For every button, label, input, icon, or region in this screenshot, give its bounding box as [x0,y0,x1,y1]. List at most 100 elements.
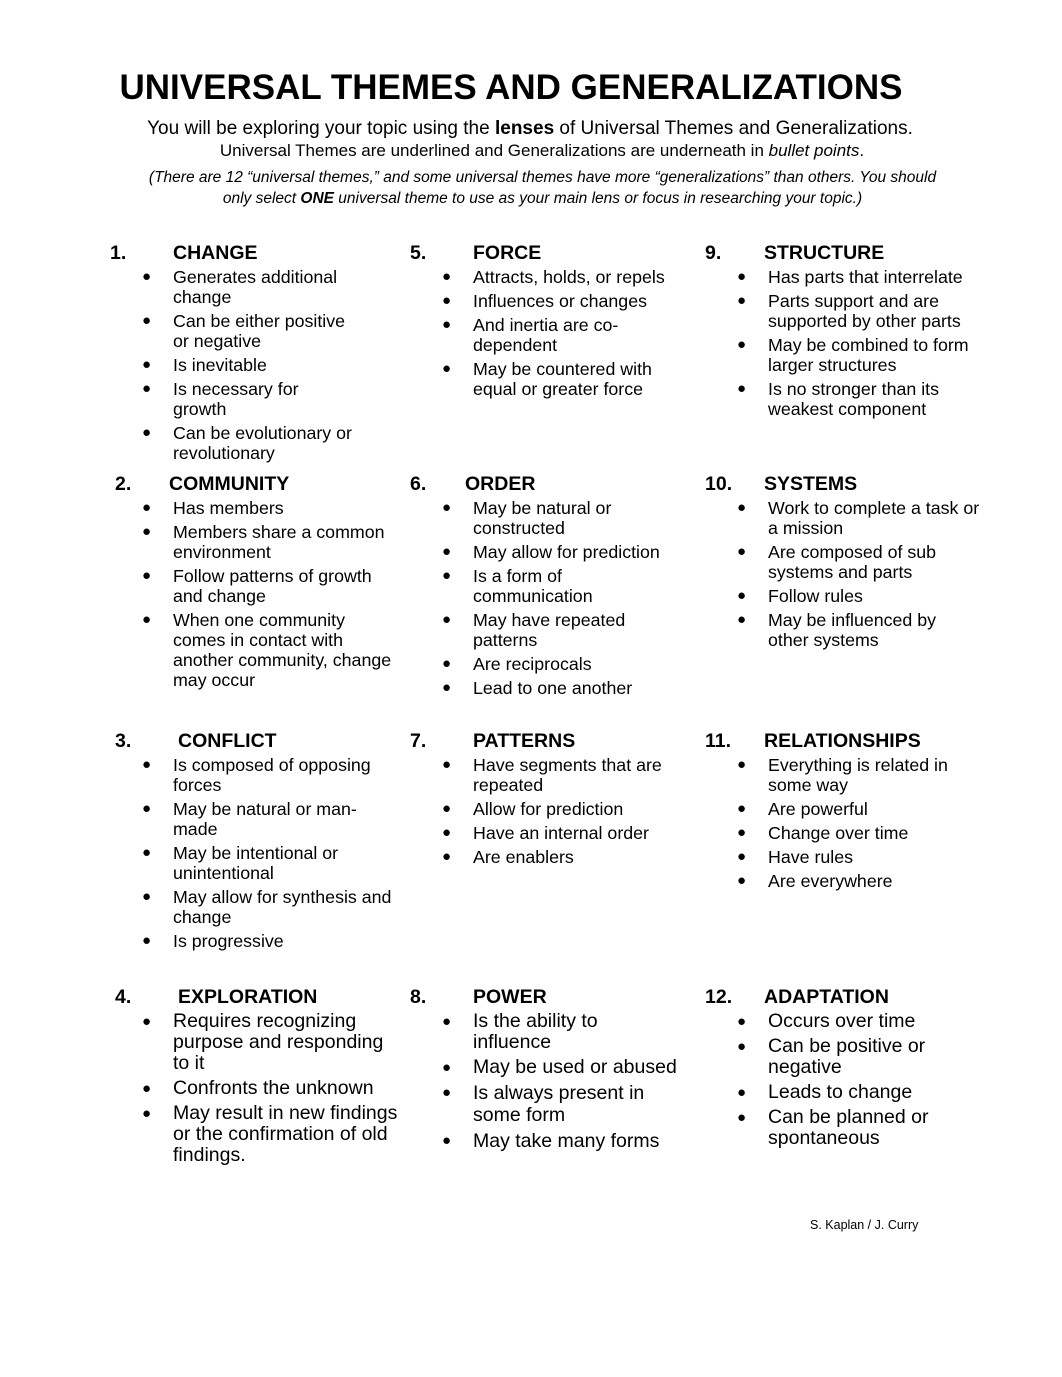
theme-name: COMMUNITY [169,473,290,495]
generalization-text: Is progressive [173,931,284,951]
generalization-item: ● Is a form of communication [410,566,685,606]
bullet-icon: ● [142,800,152,817]
theme-name: STRUCTURE [764,242,885,264]
generalization-text: May allow for prediction [473,542,660,562]
bullet-icon: ● [737,1013,747,1030]
generalizations-list: ● Attracts, holds, or repels ● Influences o… [410,267,690,399]
generalizations-list: ● Generates additional change ● Can be eith… [110,267,355,463]
intro-emphasis: lenses [494,118,555,139]
theme-adaptation: 12. ADAPTATION ● Occurs over time ● Can be po… [705,986,945,1153]
generalization-text: Attracts, holds, or repels [473,267,665,287]
note-text: only select [222,190,301,207]
generalization-item: ● Can be positive or negative [705,1036,945,1078]
bullet-icon: ● [142,756,152,773]
bullet-icon: ● [442,800,452,817]
theme-heading: 8. POWER [410,986,680,1010]
bullet-icon: ● [142,268,152,285]
generalization-text: Can be either positive or negative [173,311,345,351]
generalization-text: May allow for synthesis and change [173,887,392,927]
theme-structure: 9. STRUCTURE ● Has parts that interrelate ● P… [705,242,995,423]
generalization-text: Has parts that interrelate [768,267,963,287]
generalization-text: Is no stronger than its weakest componen… [768,379,939,419]
bullet-icon: ● [737,543,747,560]
generalization-item: ● Allow for prediction [410,799,690,819]
generalization-item: ● Are enablers [410,847,690,867]
generalization-text: Can be positive or negative [768,1035,926,1078]
generalization-item: ● May allow for prediction [410,542,685,562]
generalization-text: Is necessary for growth [173,379,299,419]
theme-force: 5. FORCE ● Attracts, holds, or repels ● Influ… [410,242,690,403]
bullet-icon: ● [142,932,152,949]
generalization-item: ● Is the ability to influence [410,1011,680,1053]
generalization-item: ● May take many forms [410,1130,680,1152]
generalizations-list: ● Has parts that interrelate ● Parts suppor… [705,267,995,419]
bullet-icon: ● [442,1132,452,1149]
generalization-text: Have rules [768,847,853,867]
generalization-item: ● May be influenced by other systems [705,610,980,650]
bullet-icon: ● [442,848,452,865]
generalization-text: Occurs over time [768,1010,916,1032]
generalization-item: ● Requires recognizing purpose and respon… [110,1011,400,1074]
generalization-item: ● Has members [110,498,400,518]
generalizations-list: ● Is the ability to influence ● May be used… [410,1011,680,1153]
bullet-icon: ● [442,360,452,377]
generalization-text: Leads to change [768,1081,913,1103]
theme-heading: 2. COMMUNITY [110,473,400,497]
generalization-text: May be intentional or unintentional [173,843,339,883]
bullet-icon: ● [142,567,152,584]
intro-text: Universal Themes are underlined and Gene… [219,141,769,160]
generalization-item: ● Is composed of opposing forces [110,755,400,795]
bullet-icon: ● [737,587,747,604]
theme-name: ADAPTATION [764,986,889,1008]
page-title: UNIVERSAL THEMES AND GENERALIZATIONS [119,68,903,107]
bullet-icon: ● [442,756,452,773]
theme-heading: 1. CHANGE [110,242,355,266]
generalization-text: Can be planned or spontaneous [768,1106,929,1149]
generalization-item: ● Are powerful [705,799,970,819]
generalization-item: ● Change over time [705,823,970,843]
generalizations-list: ● Is composed of opposing forces ● May be n… [110,755,400,951]
bullet-icon: ● [442,1013,452,1030]
generalization-item: ● May be natural or man-made [110,799,400,839]
bullet-icon: ● [737,848,747,865]
generalization-text: Can be evolutionary or revolutionary [173,423,352,463]
bullet-icon: ● [442,292,452,309]
theme-order: 6. ORDER ● May be natural or constructed ● Ma… [410,473,685,702]
bullet-icon: ● [737,336,747,353]
theme-number: 5. [410,242,427,264]
theme-name: EXPLORATION [178,986,318,1008]
generalization-item: ● Can be either positive or negative [110,311,355,351]
generalization-item: ● Work to complete a task or a mission [705,498,980,538]
bullet-icon: ● [737,824,747,841]
intro-text: You will be exploring your topic using t… [147,118,495,139]
theme-number: 2. [115,473,132,495]
bullet-icon: ● [442,499,452,516]
note-emphasis: ONE [300,190,334,207]
generalization-text: Is always present in some form [473,1082,645,1126]
bullet-icon: ● [142,499,152,516]
theme-number: 12. [705,986,733,1008]
generalization-item: ● Attracts, holds, or repels [410,267,690,287]
bullet-icon: ● [737,380,747,397]
bullet-icon: ● [442,1059,452,1076]
bullet-icon: ● [737,1109,747,1126]
bullet-icon: ● [737,800,747,817]
bullet-icon: ● [737,292,747,309]
generalization-item: ● Are composed of sub systems and parts [705,542,980,582]
bullet-icon: ● [737,872,747,889]
bullet-icon: ● [142,844,152,861]
generalization-text: Have an internal order [473,823,649,843]
generalization-item: ● May have repeated patterns [410,610,685,650]
generalization-text: May be countered with equal or greater f… [473,359,652,399]
theme-number: 8. [410,986,427,1008]
generalization-item: ● Follow rules [705,586,980,606]
generalization-text: Members share a common environment [173,522,385,562]
generalization-item: ● Is necessary for growth [110,379,355,419]
generalization-item: ● When one community comes in contact wit… [110,610,400,690]
theme-heading: 7. PATTERNS [410,730,690,754]
instructions-note: (There are 12 “universal themes,” and so… [0,167,1062,209]
generalization-item: ● May be countered with equal or greater … [410,359,690,399]
generalization-item: ● And inertia are co-dependent [410,315,690,355]
bullet-icon: ● [737,499,747,516]
generalizations-list: ● Occurs over time ● Can be positive or neg… [705,1011,945,1149]
